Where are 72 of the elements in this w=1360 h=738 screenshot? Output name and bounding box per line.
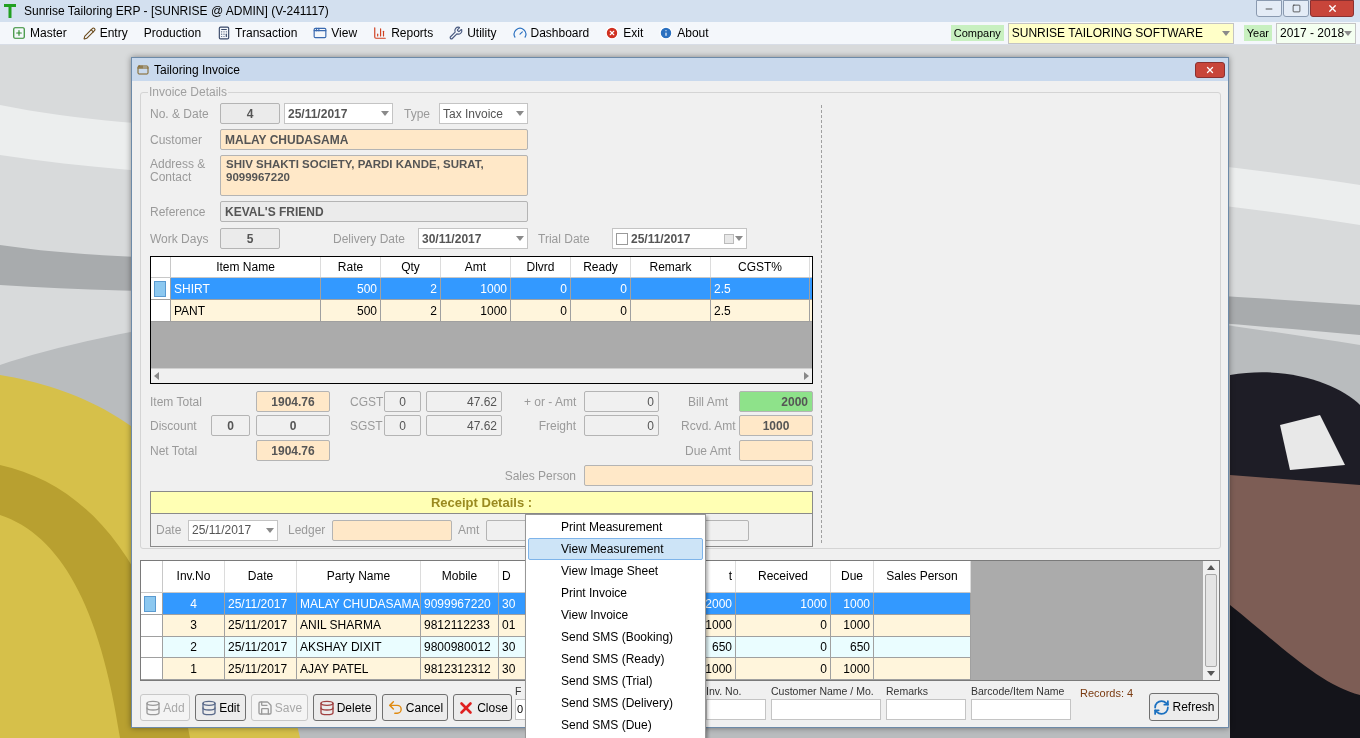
- table-cell: 25/11/2017: [225, 658, 297, 679]
- field-label: No. & Date: [150, 105, 210, 123]
- field-label: Work Days: [150, 230, 210, 248]
- filter-label: F: [515, 685, 523, 697]
- field-label: Sales Person: [504, 467, 576, 485]
- table-cell: 1000: [831, 593, 874, 615]
- table-cell: 0: [571, 278, 631, 299]
- table-cell: 3: [163, 615, 225, 636]
- window-title: Sunrise Tailoring ERP - [SUNRISE @ ADMIN] (V-241117): [24, 3, 329, 20]
- field-label: Ledger: [288, 522, 327, 539]
- table-cell: 0: [571, 300, 631, 321]
- table-cell: 500: [321, 278, 381, 299]
- group-title: Invoice Details: [148, 84, 229, 101]
- filter-label: Inv. No.: [706, 685, 743, 697]
- filter-label: Remarks: [886, 685, 929, 697]
- table-cell: 9812112233: [421, 615, 499, 636]
- records-count: Records: 4: [1080, 686, 1134, 701]
- table-cell: 9800980012: [421, 636, 499, 658]
- field-label: SGST: [350, 417, 384, 435]
- field-label: Delivery Date: [333, 230, 407, 248]
- field-label: Item Total: [150, 393, 203, 411]
- field-label: Address & Contact: [150, 156, 207, 184]
- table-cell: 1: [163, 658, 225, 679]
- table-cell: 2: [381, 300, 441, 321]
- table-cell: 1000: [831, 658, 874, 679]
- table-cell: ANIL SHARMA: [297, 615, 421, 636]
- filter-label: Barcode/Item Name: [971, 685, 1066, 697]
- field-label: Rcvd. Amt: [681, 417, 737, 435]
- table-cell: 0: [736, 658, 831, 679]
- receipt-title: Receipt Details :: [151, 492, 812, 514]
- table-cell: AKSHAY DIXIT: [297, 636, 421, 658]
- table-cell: PANT: [171, 300, 321, 321]
- table-cell: MALAY CHUDASAMA: [297, 593, 421, 615]
- table-cell: 25/11/2017: [225, 615, 297, 636]
- table-cell: 0: [511, 278, 571, 299]
- table-cell: SHIRT: [171, 278, 321, 299]
- table-cell: 0: [736, 636, 831, 658]
- table-cell: 2.5: [711, 300, 810, 321]
- field-label: + or - Amt: [524, 393, 578, 411]
- table-cell: 25/11/2017: [225, 636, 297, 658]
- field-label: Amt: [458, 522, 481, 539]
- field-label: Date: [156, 522, 183, 539]
- table-cell: 1000: [441, 300, 511, 321]
- table-cell: AJAY PATEL: [297, 658, 421, 679]
- field-label: CGST: [350, 393, 384, 411]
- field-label: Type: [404, 105, 431, 123]
- field-label: Customer: [150, 131, 203, 149]
- field-label: Net Total: [150, 442, 199, 460]
- field-label: Freight: [537, 417, 577, 435]
- field-label: Trial Date: [538, 230, 591, 248]
- table-cell: 500: [321, 300, 381, 321]
- table-cell: 1000: [736, 593, 831, 615]
- table-cell: 25/11/2017: [225, 593, 297, 615]
- year-label: Year: [1243, 24, 1272, 42]
- company-label: Company: [950, 24, 1004, 42]
- table-cell: 2: [163, 636, 225, 658]
- table-cell: 1000: [831, 615, 874, 636]
- table-cell: 9099967220: [421, 593, 499, 615]
- table-cell: 0: [511, 300, 571, 321]
- table-cell: 1000: [441, 278, 511, 299]
- field-label: Discount: [150, 417, 198, 435]
- field-label: Bill Amt: [688, 393, 729, 411]
- table-cell: 0: [736, 615, 831, 636]
- table-cell: 9812312312: [421, 658, 499, 679]
- field-label: Reference: [150, 203, 207, 221]
- table-cell: 4: [163, 593, 225, 615]
- table-cell: 2.5: [711, 278, 810, 299]
- table-cell: 650: [831, 636, 874, 658]
- dialog-title: Tailoring Invoice: [154, 61, 241, 79]
- field-label: Due Amt: [684, 442, 731, 460]
- filter-label: Customer Name / Mo.: [771, 685, 875, 697]
- table-cell: 2: [381, 278, 441, 299]
